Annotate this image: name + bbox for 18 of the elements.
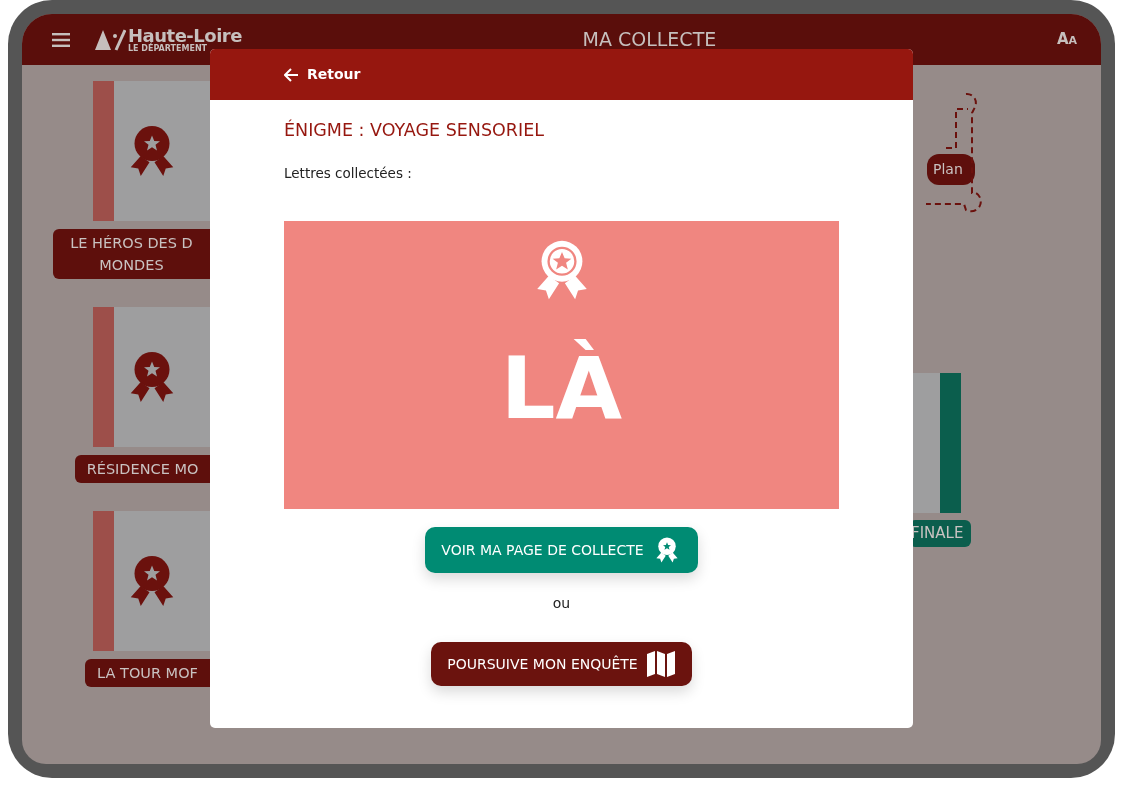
back-link[interactable]: Retour [284,64,361,85]
card-label[interactable]: RÉSIDENCE MO [75,455,210,483]
arrow-left-icon [284,67,299,82]
text-size-button[interactable]: Aa [1056,28,1077,51]
map-icon [645,650,676,679]
modal-title: ÉNIGME : VOYAGE SENSORIEL [284,120,545,141]
card-label[interactable]: LE HÉROS DES D MONDES [53,229,210,279]
plan-button[interactable]: Plan [927,154,975,185]
logo-subtitle: LE DÉPARTEMENT [128,44,208,53]
card-label[interactable]: LA TOUR MOF [85,659,210,687]
separator-text: ou [552,594,571,614]
collect-page-button[interactable]: VOIR MA PAGE DE COLLECTE [425,527,698,574]
continue-button[interactable]: POURSUIVE MON ENQUÊTE [431,642,692,687]
menu-icon[interactable] [52,32,70,47]
letters-label: Lettres collectées : [284,164,413,183]
logo-icon [94,28,126,51]
collected-letters: LÀ [500,337,623,441]
page-title: MA COLLECTE [582,28,717,51]
